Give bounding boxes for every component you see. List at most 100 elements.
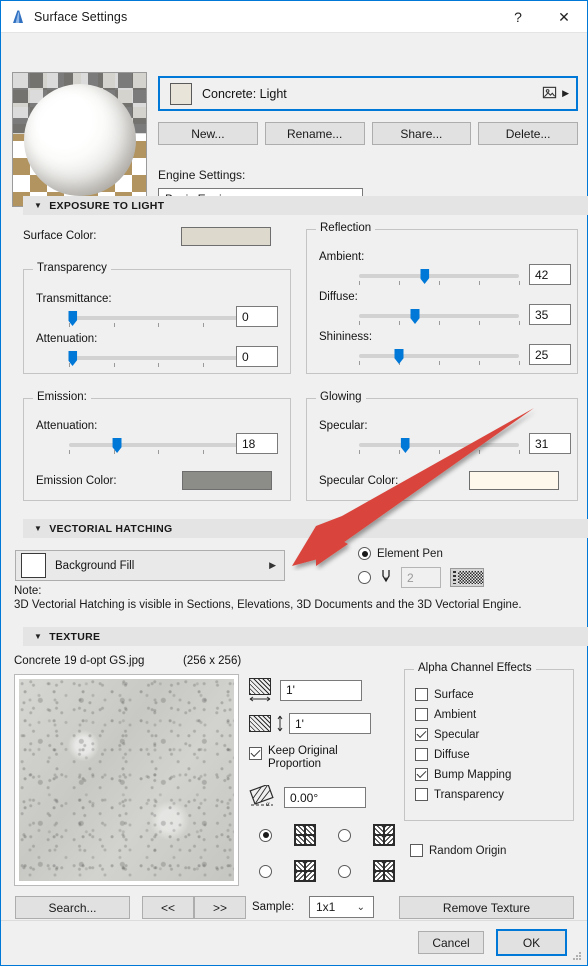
alpha-bump-checkbox[interactable] xyxy=(415,768,428,781)
texture-preview[interactable] xyxy=(14,674,239,886)
texture-height-icon xyxy=(249,715,271,732)
sample-select[interactable]: 1x1 ⌄ xyxy=(309,896,374,918)
element-pen-radio[interactable] xyxy=(358,547,371,560)
emission-color-swatch[interactable] xyxy=(182,471,272,490)
mirror-option-2-radio[interactable] xyxy=(259,864,272,878)
mirror-option-3-radio[interactable] xyxy=(338,864,351,878)
slider-track xyxy=(359,314,519,318)
shininess-slider[interactable] xyxy=(359,348,520,366)
emission-attenuation-slider[interactable] xyxy=(69,437,248,455)
random-origin-row[interactable]: Random Origin xyxy=(410,844,506,857)
transmittance-slider[interactable] xyxy=(68,310,248,328)
note-title: Note: xyxy=(14,585,42,597)
prev-texture-button[interactable]: << xyxy=(142,896,194,919)
slider-track xyxy=(359,354,519,358)
alpha-item-diffuse[interactable]: Diffuse xyxy=(415,748,511,761)
mirror-option-1-radio[interactable] xyxy=(338,828,351,842)
slider-ticks xyxy=(69,323,248,328)
custom-pen-radio[interactable] xyxy=(358,571,371,584)
alpha-transparency-checkbox[interactable] xyxy=(415,788,428,801)
glowing-group: Glowing Specular: 31 Specular Color: xyxy=(306,391,578,501)
specular-label: Specular: xyxy=(319,420,368,432)
section-vectorial-hatching[interactable]: ▼ VECTORIAL HATCHING xyxy=(23,519,588,538)
keep-proportion-row[interactable]: Keep Original Proportion xyxy=(249,745,359,771)
ok-button[interactable]: OK xyxy=(496,929,567,956)
help-button[interactable]: ? xyxy=(495,1,541,33)
ambient-value[interactable]: 42 xyxy=(529,264,571,285)
alpha-specular-checkbox[interactable] xyxy=(415,728,428,741)
mirror-vertical-icon[interactable] xyxy=(294,860,316,882)
chevron-right-icon[interactable]: ▶ xyxy=(562,88,569,99)
slider-ticks xyxy=(359,361,520,366)
diffuse-value[interactable]: 35 xyxy=(529,304,571,325)
background-fill-selector[interactable]: Background Fill ▶ xyxy=(15,550,285,581)
alpha-ambient-checkbox[interactable] xyxy=(415,708,428,721)
section-texture[interactable]: ▼ TEXTURE xyxy=(23,627,588,646)
chevron-right-icon[interactable]: ▶ xyxy=(269,560,276,571)
shininess-value[interactable]: 25 xyxy=(529,344,571,365)
texture-image xyxy=(19,679,234,881)
random-origin-checkbox[interactable] xyxy=(410,844,423,857)
material-selector[interactable]: Concrete: Light ▶ xyxy=(158,76,578,111)
ambient-slider[interactable] xyxy=(359,268,520,286)
surface-color-swatch[interactable] xyxy=(181,227,271,246)
note-text: 3D Vectorial Hatching is visible in Sect… xyxy=(14,599,522,611)
transmittance-label: Transmittance: xyxy=(36,293,112,305)
alpha-item-specular[interactable]: Specular xyxy=(415,728,511,741)
element-pen-radio-row[interactable]: Element Pen xyxy=(358,547,443,560)
alpha-item-surface[interactable]: Surface xyxy=(415,688,511,701)
texture-angle-icon: α xyxy=(249,783,275,810)
chevron-down-icon: ⌄ xyxy=(356,901,365,913)
section-title: EXPOSURE TO LIGHT xyxy=(49,199,165,212)
alpha-specular-label: Specular xyxy=(434,728,480,741)
texture-angle-field[interactable]: 0.00° xyxy=(284,787,366,808)
alpha-diffuse-checkbox[interactable] xyxy=(415,748,428,761)
slider-track xyxy=(69,443,247,447)
reflection-legend: Reflection xyxy=(316,222,376,234)
remove-texture-button[interactable]: Remove Texture xyxy=(399,896,574,919)
delete-button[interactable]: Delete... xyxy=(478,122,578,145)
texture-width-field[interactable]: 1' xyxy=(280,679,362,701)
alpha-bump-label: Bump Mapping xyxy=(434,768,512,781)
mirror-both-icon[interactable] xyxy=(373,860,395,882)
share-button[interactable]: Share... xyxy=(371,122,472,145)
title-bar: Surface Settings ? ✕ xyxy=(1,1,587,33)
mirror-horizontal-icon[interactable] xyxy=(373,824,395,846)
slider-ticks xyxy=(359,281,520,286)
next-texture-button[interactable]: >> xyxy=(194,896,246,919)
new-button[interactable]: New... xyxy=(158,122,258,145)
alpha-item-transparency[interactable]: Transparency xyxy=(415,788,511,801)
emission-legend: Emission: xyxy=(33,391,91,403)
resize-grip-icon[interactable] xyxy=(571,950,583,962)
specular-slider[interactable] xyxy=(359,437,520,455)
diffuse-slider[interactable] xyxy=(359,308,520,326)
rename-button[interactable]: Rename... xyxy=(264,122,365,145)
specular-value[interactable]: 31 xyxy=(529,433,571,454)
reflection-group: Reflection Ambient: 42 Diffuse: 35 Shini… xyxy=(306,222,578,374)
mirror-none-icon[interactable] xyxy=(294,824,316,846)
specular-color-swatch[interactable] xyxy=(469,471,559,490)
section-title: VECTORIAL HATCHING xyxy=(49,522,173,535)
cancel-button[interactable]: Cancel xyxy=(418,931,484,954)
alpha-channel-effects-group: Alpha Channel Effects Surface Ambient Sp… xyxy=(404,662,574,821)
texture-height-field[interactable]: 1' xyxy=(289,713,371,734)
emission-attenuation-label: Attenuation: xyxy=(36,420,98,432)
close-button[interactable]: ✕ xyxy=(541,1,587,33)
slider-track xyxy=(359,443,519,447)
alpha-item-bump-mapping[interactable]: Bump Mapping xyxy=(415,768,511,781)
emission-attenuation-value[interactable]: 18 xyxy=(236,433,278,454)
mirror-option-0-radio[interactable] xyxy=(259,828,272,842)
keep-proportion-checkbox[interactable] xyxy=(249,747,262,760)
transparency-attenuation-slider[interactable] xyxy=(68,350,248,368)
search-button[interactable]: Search... xyxy=(15,896,130,919)
transmittance-value[interactable]: 0 xyxy=(236,306,278,327)
alpha-surface-checkbox[interactable] xyxy=(415,688,428,701)
keep-proportion-label: Keep Original Proportion xyxy=(268,745,338,770)
transparency-attenuation-value[interactable]: 0 xyxy=(236,346,278,367)
vertical-arrow-icon xyxy=(277,715,283,732)
alpha-item-ambient[interactable]: Ambient xyxy=(415,708,511,721)
image-picker-icon[interactable] xyxy=(542,85,557,103)
slider-track xyxy=(69,316,247,320)
section-exposure-to-light[interactable]: ▼ EXPOSURE TO LIGHT xyxy=(23,196,588,215)
section-title: TEXTURE xyxy=(49,630,101,643)
